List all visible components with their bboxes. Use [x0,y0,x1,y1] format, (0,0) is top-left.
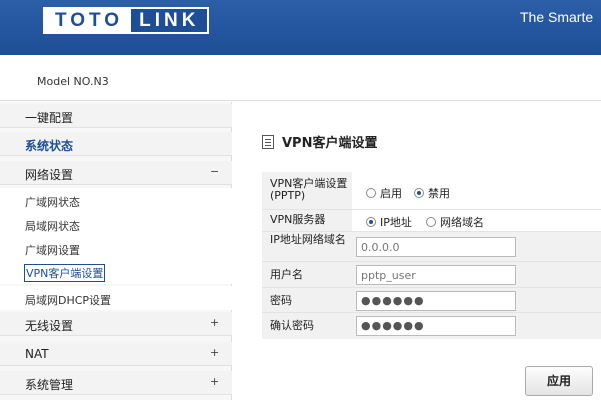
password-label: 密码 [270,294,292,307]
vpn-server-options: IP地址 网络域名 [352,210,601,231]
confirm-password-row: 确认密码 ●●●●●● [262,313,601,339]
model-bar: Model NO.N3 [0,55,601,101]
sidebar-item-label: 无线设置 [25,319,74,333]
sidebar-subitem-label: 广域网设置 [25,244,80,257]
server-domain-option[interactable]: 网络域名 [426,214,484,230]
username-row: 用户名 [262,262,601,288]
sidebar-subitem-vpn-client[interactable]: VPN客户端设置 [0,260,232,284]
expand-icon[interactable]: + [210,346,219,359]
vpn-disable-option[interactable]: 禁用 [414,185,450,201]
expand-icon[interactable]: + [210,375,219,388]
sidebar-item-system-status[interactable]: 系统状态 [0,132,232,156]
collapse-icon[interactable]: − [210,165,219,178]
sidebar-subitem-label: 局域网状态 [25,220,80,233]
server-ip-option[interactable]: IP地址 [366,214,412,230]
vpn-client-label: VPN客户端设置(PPTP) [270,177,348,202]
sidebar-item-label: 一键配置 [25,111,74,125]
header-bar: TOTO LINK The Smarte [0,0,601,55]
sidebar-subitem-lan-status[interactable]: 局域网状态 [0,212,232,236]
vpn-server-label: VPN服务器 [270,213,326,226]
model-number: Model NO.N3 [37,75,109,88]
username-input[interactable] [356,265,516,285]
ip-domain-label: IP地址网络域名 [270,233,346,246]
password-input[interactable]: ●●●●●● [356,291,516,311]
sidebar-item-label: 系统管理 [25,378,74,392]
apply-button[interactable]: 应用 [525,366,593,396]
server-domain-radio[interactable] [426,217,436,227]
sidebar-item-label: 系统状态 [25,139,74,153]
vpn-enable-option[interactable]: 启用 [366,185,402,201]
expand-icon[interactable]: + [210,316,219,329]
page-title-text: VPN客户端设置 [282,136,378,151]
sidebar: 一键配置 系统状态 网络设置 − 广域网状态 局域网状态 广域网设置 VPN客户… [0,102,232,400]
logo-link-text: LINK [131,9,208,32]
sidebar-item-label: NAT [25,347,49,361]
vpn-enable-label: 启用 [380,187,402,200]
sidebar-subitem-lan-dhcp[interactable]: 局域网DHCP设置 [0,286,232,310]
vpn-disable-radio[interactable] [414,188,424,198]
vpn-client-row: VPN客户端设置(PPTP) 启用 禁用 [262,172,601,210]
sidebar-item-label: 网络设置 [25,168,74,182]
sidebar-item-wireless[interactable]: 无线设置 + [0,312,232,336]
totolink-logo: TOTO LINK [43,7,210,34]
document-icon [262,134,274,149]
tagline: The Smarte [520,9,594,25]
confirm-password-input[interactable]: ●●●●●● [356,316,516,336]
vpn-client-form: VPN客户端设置(PPTP) 启用 禁用 VPN服务器 IP地址 网络域名 IP… [262,172,601,339]
sidebar-item-nat[interactable]: NAT + [0,342,232,366]
sidebar-item-network-settings[interactable]: 网络设置 − [0,161,232,185]
password-row: 密码 ●●●●●● [262,288,601,313]
sidebar-subitem-wan-status[interactable]: 广域网状态 [0,188,232,212]
server-ip-radio[interactable] [366,217,376,227]
sidebar-subitem-wan-settings[interactable]: 广域网设置 [0,236,232,260]
sidebar-subitem-label: 局域网DHCP设置 [25,294,112,307]
server-ip-label: IP地址 [380,216,412,229]
username-label: 用户名 [270,268,303,281]
sidebar-item-system-admin[interactable]: 系统管理 + [0,371,232,395]
server-domain-label: 网络域名 [440,216,484,229]
ip-domain-input[interactable] [356,237,516,257]
sidebar-item-quick-setup[interactable]: 一键配置 [0,104,232,128]
ip-domain-row: IP地址网络域名 [262,232,601,262]
page-title: VPN客户端设置 [262,132,377,151]
logo-toto-text: TOTO [45,9,132,32]
vpn-disable-label: 禁用 [428,187,450,200]
sidebar-subitem-label: VPN客户端设置 [24,264,106,282]
vpn-client-options: 启用 禁用 [352,172,601,209]
vpn-server-row: VPN服务器 IP地址 网络域名 [262,210,601,232]
sidebar-subitem-label: 广域网状态 [25,196,80,209]
vpn-enable-radio[interactable] [366,188,376,198]
confirm-password-label: 确认密码 [270,319,314,332]
